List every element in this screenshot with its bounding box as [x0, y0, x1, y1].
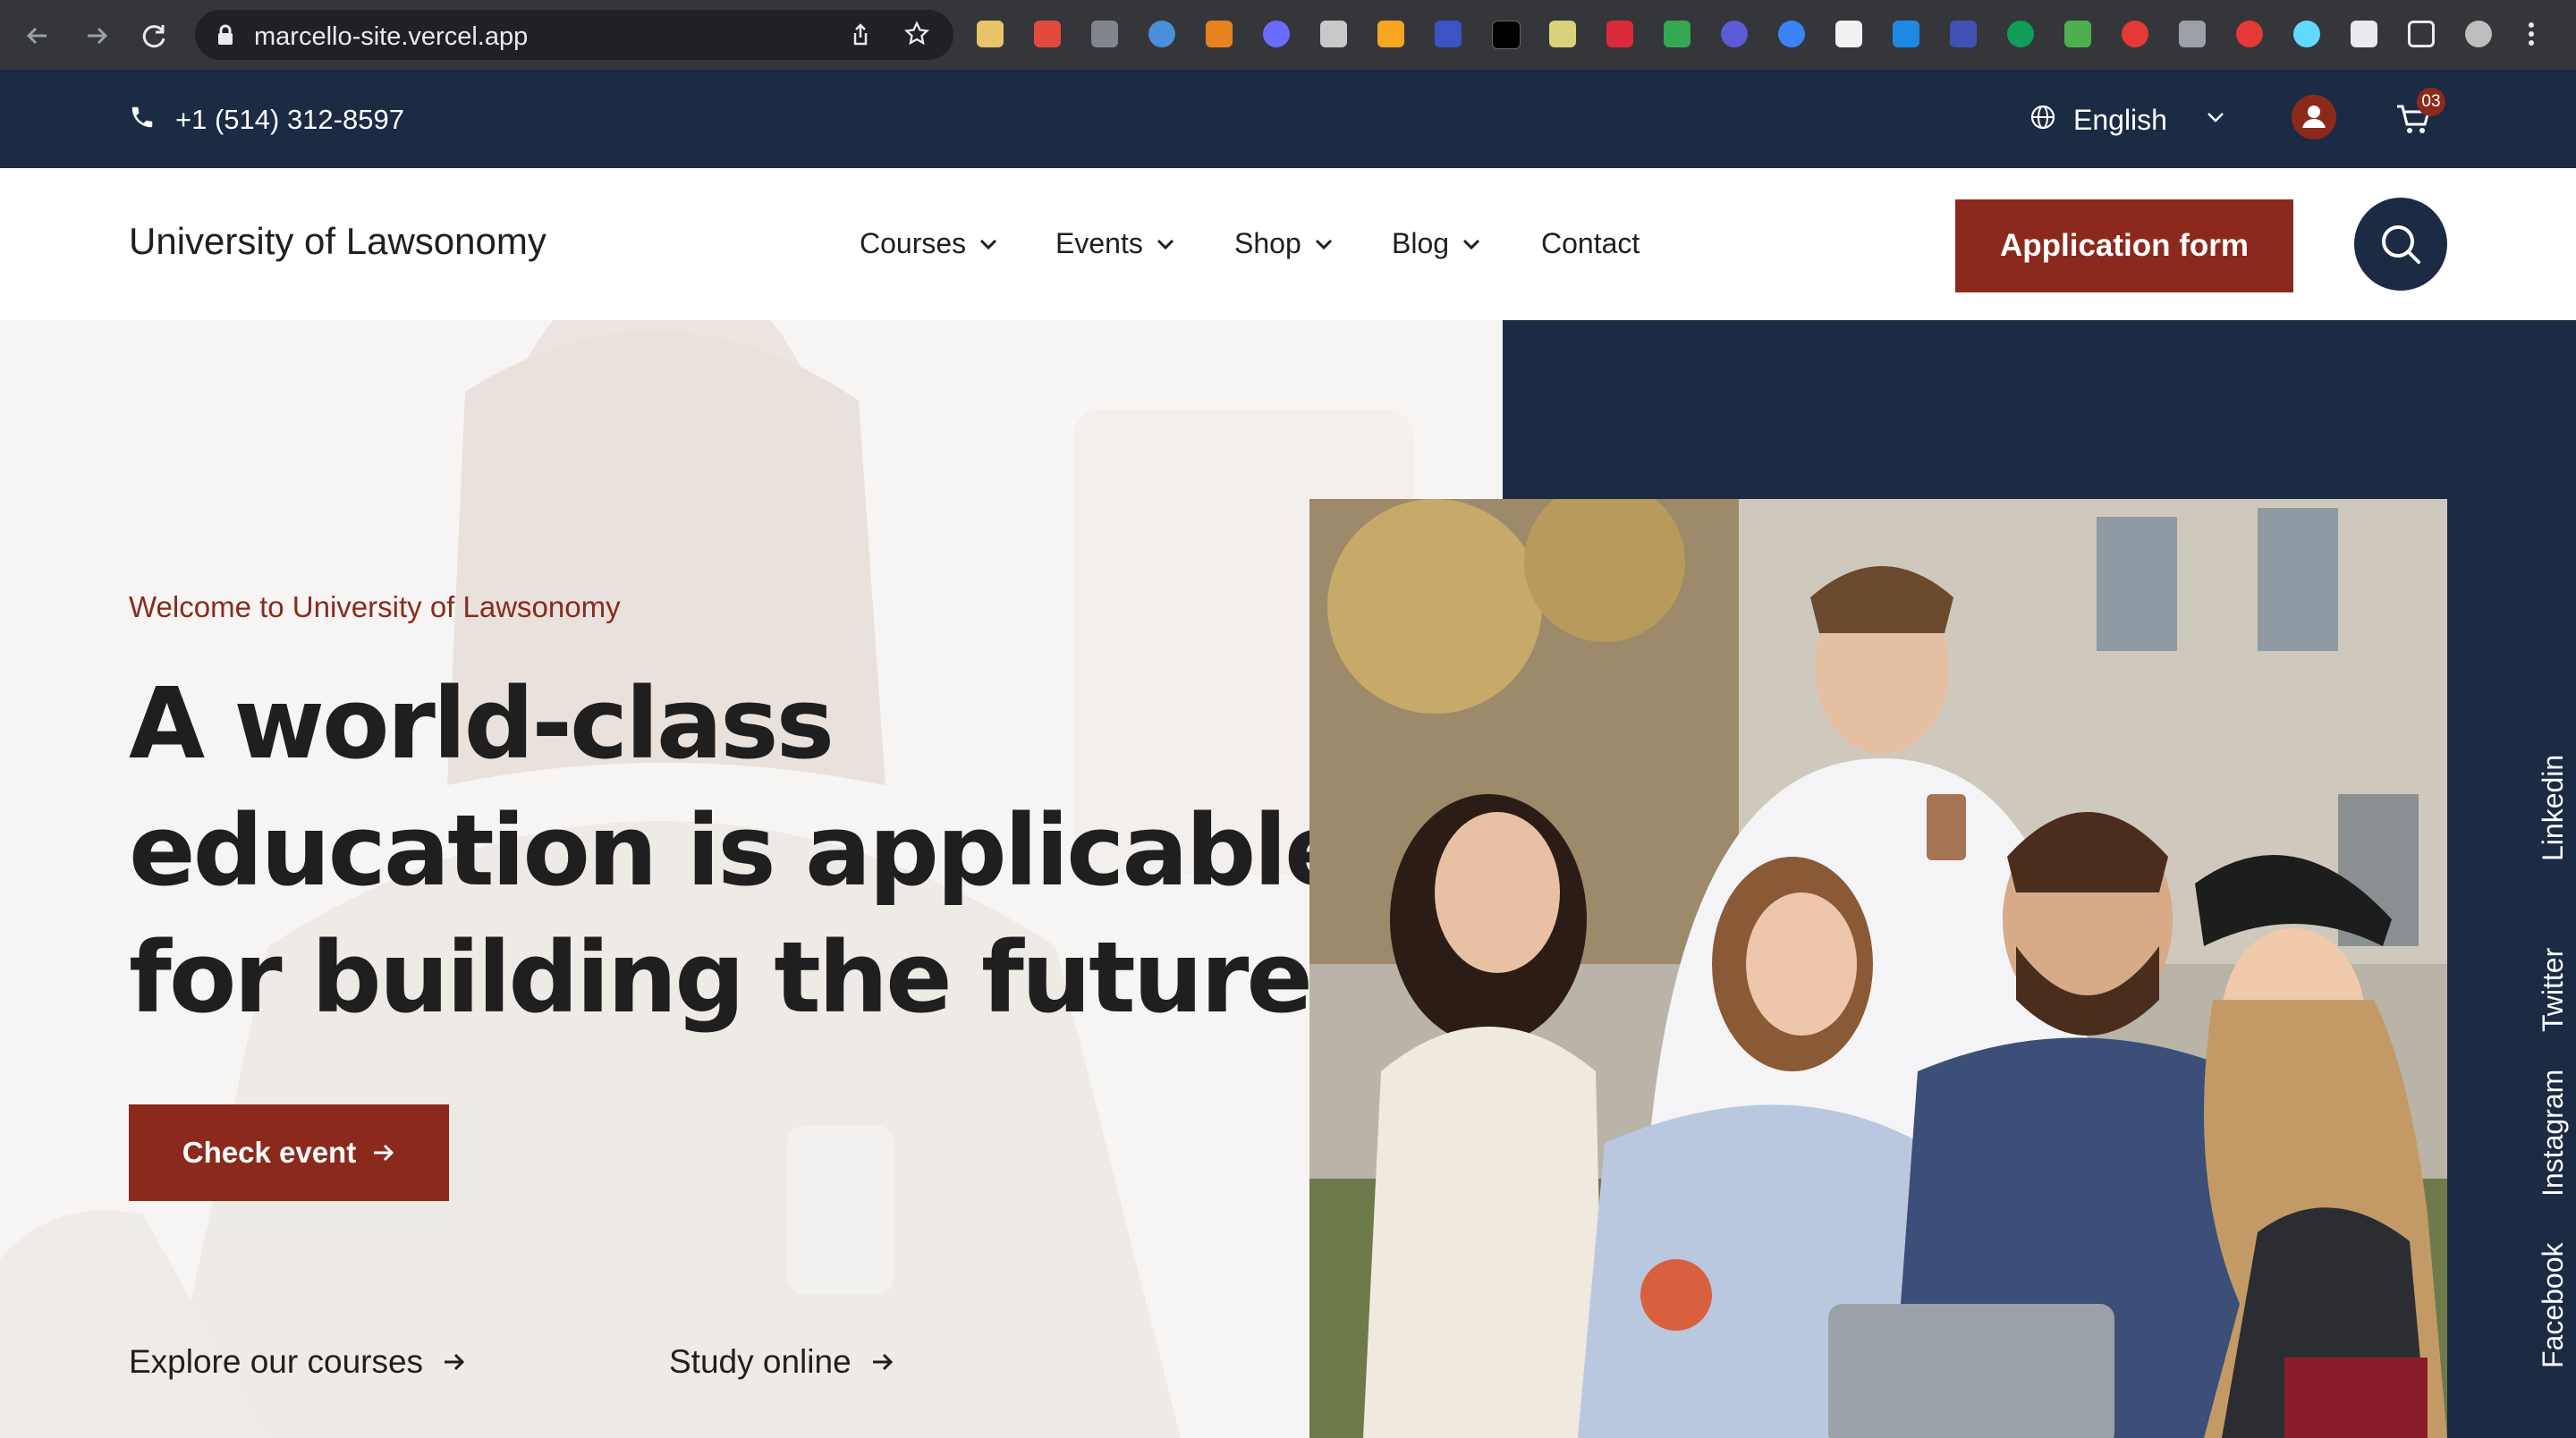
extension-square-icon[interactable]: [1835, 21, 1862, 47]
lock-icon: [218, 24, 233, 45]
link-label: Study online: [669, 1343, 852, 1380]
students-group-illustration: [1309, 499, 2447, 1438]
students-photo: [1309, 499, 2447, 1438]
chevron-down-icon[interactable]: [2206, 111, 2225, 123]
extension-grammarly-icon[interactable]: [2007, 21, 2034, 47]
back-arrow-icon[interactable]: [20, 18, 55, 54]
extension-globe-icon[interactable]: [1148, 21, 1175, 47]
explore-courses-link[interactable]: Explore our courses: [129, 1343, 466, 1381]
arrow-right-icon: [445, 1353, 465, 1371]
nav-label: Events: [1055, 227, 1143, 259]
nav-item-events[interactable]: Events: [1055, 227, 1175, 260]
arrow-right-icon: [374, 1144, 394, 1162]
social-link-twitter[interactable]: Twitter: [2537, 948, 2570, 1032]
extension-snowflake-icon[interactable]: [1263, 21, 1290, 47]
chevron-down-icon: [1157, 239, 1174, 250]
hero-eyebrow: Welcome to University of Lawsonomy: [129, 590, 621, 623]
forward-arrow-icon[interactable]: [79, 18, 114, 54]
extension-mountain-icon[interactable]: [1492, 21, 1521, 49]
extension-close-icon[interactable]: [2236, 21, 2263, 47]
profile-avatar[interactable]: [2465, 21, 2492, 47]
extension-pen-icon[interactable]: [2064, 21, 2091, 47]
user-account-button[interactable]: [2292, 95, 2336, 140]
language-selector[interactable]: English: [2073, 104, 2167, 137]
address-bar[interactable]: marcello-site.vercel.app: [195, 10, 953, 60]
extension-hex-icon[interactable]: [1377, 21, 1404, 47]
link-label: Explore our courses: [129, 1343, 424, 1380]
site-logo[interactable]: University of Lawsonomy: [129, 220, 547, 263]
site-header: University of Lawsonomy Courses Events S…: [0, 168, 2576, 320]
user-icon: [2302, 106, 2326, 128]
extension-fox-icon[interactable]: [1206, 21, 1233, 47]
hero-section: Welcome to University of Lawsonomy A wor…: [0, 320, 2576, 1438]
chevron-down-icon: [1462, 239, 1480, 250]
extension-todoist-icon[interactable]: [1034, 21, 1061, 47]
extension-c-icon[interactable]: [1091, 21, 1118, 47]
share-icon[interactable]: [848, 22, 873, 47]
menu-kebab-icon[interactable]: [2528, 21, 2535, 47]
extension-grid-icon[interactable]: [1435, 21, 1462, 47]
arrow-right-icon: [872, 1353, 893, 1371]
hero-headline: A world-class education is applicable fo…: [129, 660, 1352, 1041]
social-link-linkedin[interactable]: Linkedin: [2537, 755, 2570, 861]
study-online-link[interactable]: Study online: [669, 1343, 894, 1381]
extension-translate-icon[interactable]: [1664, 21, 1690, 47]
headline-line: education is applicable: [129, 793, 1352, 908]
extension-refresh-icon[interactable]: [2122, 21, 2148, 47]
extension-react-icon[interactable]: [2293, 21, 2320, 47]
phone-icon: [131, 106, 153, 128]
extension-link-icon[interactable]: [2179, 21, 2206, 47]
nav-item-courses[interactable]: Courses: [860, 227, 998, 260]
nav-label: Contact: [1541, 227, 1640, 259]
cart-count-badge: 03: [2417, 88, 2445, 116]
side-panel-icon[interactable]: [2408, 21, 2435, 47]
top-info-bar: +1 (514) 312-8597 English 03: [0, 70, 2576, 168]
extension-infinity-icon[interactable]: [1778, 21, 1805, 47]
cta-label: Check event: [182, 1136, 357, 1169]
nav-label: Courses: [860, 227, 967, 259]
extension-play-icon[interactable]: [1606, 21, 1633, 47]
nav-label: Blog: [1392, 227, 1450, 259]
chevron-down-icon: [980, 239, 997, 250]
check-event-button[interactable]: Check event: [129, 1104, 449, 1201]
extension-heart-icon[interactable]: [977, 21, 1004, 47]
extension-chevrons-icon[interactable]: [1950, 21, 1977, 47]
nav-item-shop[interactable]: Shop: [1234, 227, 1334, 260]
browser-toolbar: marcello-site.vercel.app: [0, 0, 2576, 70]
headline-line: for building the future: [129, 920, 1313, 1035]
social-link-facebook[interactable]: Facebook: [2537, 1242, 2570, 1368]
globe-icon: [2030, 105, 2055, 130]
nav-label: Shop: [1234, 227, 1301, 259]
extensions-puzzle-icon[interactable]: [2351, 21, 2377, 47]
search-button[interactable]: [2354, 198, 2447, 291]
phone-number[interactable]: +1 (514) 312-8597: [175, 104, 404, 136]
extension-r-icon[interactable]: [1320, 21, 1347, 47]
extension-chart-icon[interactable]: [1893, 21, 1919, 47]
headline-line: A world-class: [129, 666, 835, 781]
bookmark-star-icon[interactable]: [903, 21, 930, 47]
nav-item-contact[interactable]: Contact: [1541, 227, 1640, 260]
extension-note-icon[interactable]: [1549, 21, 1576, 47]
reload-icon[interactable]: [136, 18, 172, 54]
search-icon: [2382, 225, 2420, 264]
application-form-button[interactable]: Application form: [1955, 199, 2293, 292]
nav-item-blog[interactable]: Blog: [1392, 227, 1481, 260]
social-link-instagram[interactable]: Instagram: [2537, 1070, 2570, 1197]
url-text: marcello-site.vercel.app: [254, 22, 529, 51]
extension-bot-icon[interactable]: [1721, 21, 1748, 47]
chevron-down-icon: [1315, 239, 1332, 250]
